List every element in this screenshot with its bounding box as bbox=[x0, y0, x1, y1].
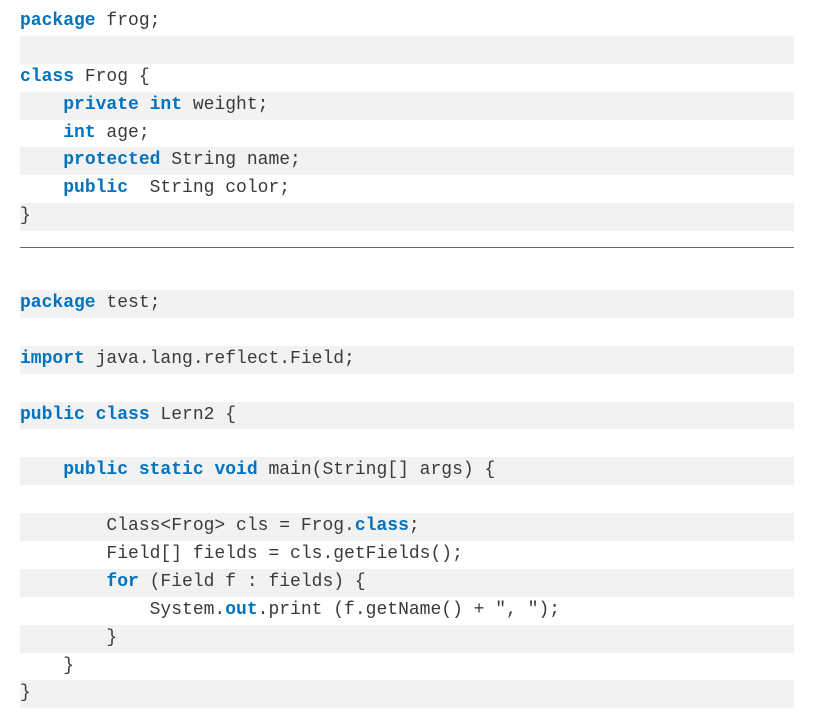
code-text: Field[] fields = cls.getFields(); bbox=[20, 544, 463, 564]
keyword: package bbox=[20, 293, 96, 313]
code-text: String name; bbox=[160, 150, 300, 170]
code-block-2: package test; import java.lang.reflect.F… bbox=[0, 254, 814, 716]
keyword: class bbox=[355, 516, 409, 536]
code-line: protected String name; bbox=[20, 147, 794, 175]
keyword: int bbox=[63, 123, 95, 143]
code-line bbox=[20, 262, 794, 290]
code-block-1: package frog; class Frog { private int w… bbox=[0, 0, 814, 239]
code-line: Class<Frog> cls = Frog.class; bbox=[20, 513, 794, 541]
code-line: for (Field f : fields) { bbox=[20, 569, 794, 597]
code-text: } bbox=[20, 656, 74, 676]
code-line bbox=[20, 318, 794, 346]
keyword: package bbox=[20, 11, 96, 31]
code-line: } bbox=[20, 203, 794, 231]
code-text: frog; bbox=[96, 11, 161, 31]
code-line: } bbox=[20, 625, 794, 653]
code-line: public class Lern2 { bbox=[20, 402, 794, 430]
code-text: .print (f.getName() + ", "); bbox=[258, 600, 560, 620]
keyword: for bbox=[106, 572, 138, 592]
code-text: java.lang.reflect.Field; bbox=[85, 349, 355, 369]
code-text bbox=[20, 460, 63, 480]
code-line bbox=[20, 429, 794, 457]
code-line: public String color; bbox=[20, 175, 794, 203]
code-line: Field[] fields = cls.getFields(); bbox=[20, 541, 794, 569]
code-line: public static void main(String[] args) { bbox=[20, 457, 794, 485]
keyword: public class bbox=[20, 405, 150, 425]
code-text: Class<Frog> cls = Frog. bbox=[20, 516, 355, 536]
code-text: System. bbox=[20, 600, 225, 620]
keyword: class bbox=[20, 67, 74, 87]
code-line bbox=[20, 36, 794, 64]
code-text: ; bbox=[409, 516, 420, 536]
code-line: private int weight; bbox=[20, 92, 794, 120]
code-line: package frog; bbox=[20, 8, 794, 36]
code-text: (Field f : fields) { bbox=[139, 572, 366, 592]
code-text: String color; bbox=[128, 178, 290, 198]
code-line: int age; bbox=[20, 120, 794, 148]
code-line: import java.lang.reflect.Field; bbox=[20, 346, 794, 374]
code-text: weight; bbox=[182, 95, 268, 115]
code-text: } bbox=[20, 628, 117, 648]
code-text bbox=[20, 123, 63, 143]
code-text: Lern2 { bbox=[150, 405, 236, 425]
code-line bbox=[20, 485, 794, 513]
code-line: } bbox=[20, 680, 794, 708]
code-line: class Frog { bbox=[20, 64, 794, 92]
code-text bbox=[20, 150, 63, 170]
keyword: private int bbox=[63, 95, 182, 115]
keyword: protected bbox=[63, 150, 160, 170]
code-line: System.out.print (f.getName() + ", "); bbox=[20, 597, 794, 625]
code-text bbox=[20, 95, 63, 115]
keyword: public static void bbox=[63, 460, 257, 480]
code-text bbox=[20, 178, 63, 198]
divider bbox=[20, 247, 794, 248]
code-text: age; bbox=[96, 123, 150, 143]
code-line: } bbox=[20, 653, 794, 681]
keyword: import bbox=[20, 349, 85, 369]
code-text: } bbox=[20, 206, 31, 226]
code-line: package test; bbox=[20, 290, 794, 318]
code-text: Frog { bbox=[74, 67, 150, 87]
keyword: out bbox=[225, 600, 257, 620]
code-line bbox=[20, 374, 794, 402]
keyword: public bbox=[63, 178, 128, 198]
code-text: test; bbox=[96, 293, 161, 313]
code-text bbox=[20, 572, 106, 592]
code-text: main(String[] args) { bbox=[258, 460, 496, 480]
code-text: } bbox=[20, 683, 31, 703]
